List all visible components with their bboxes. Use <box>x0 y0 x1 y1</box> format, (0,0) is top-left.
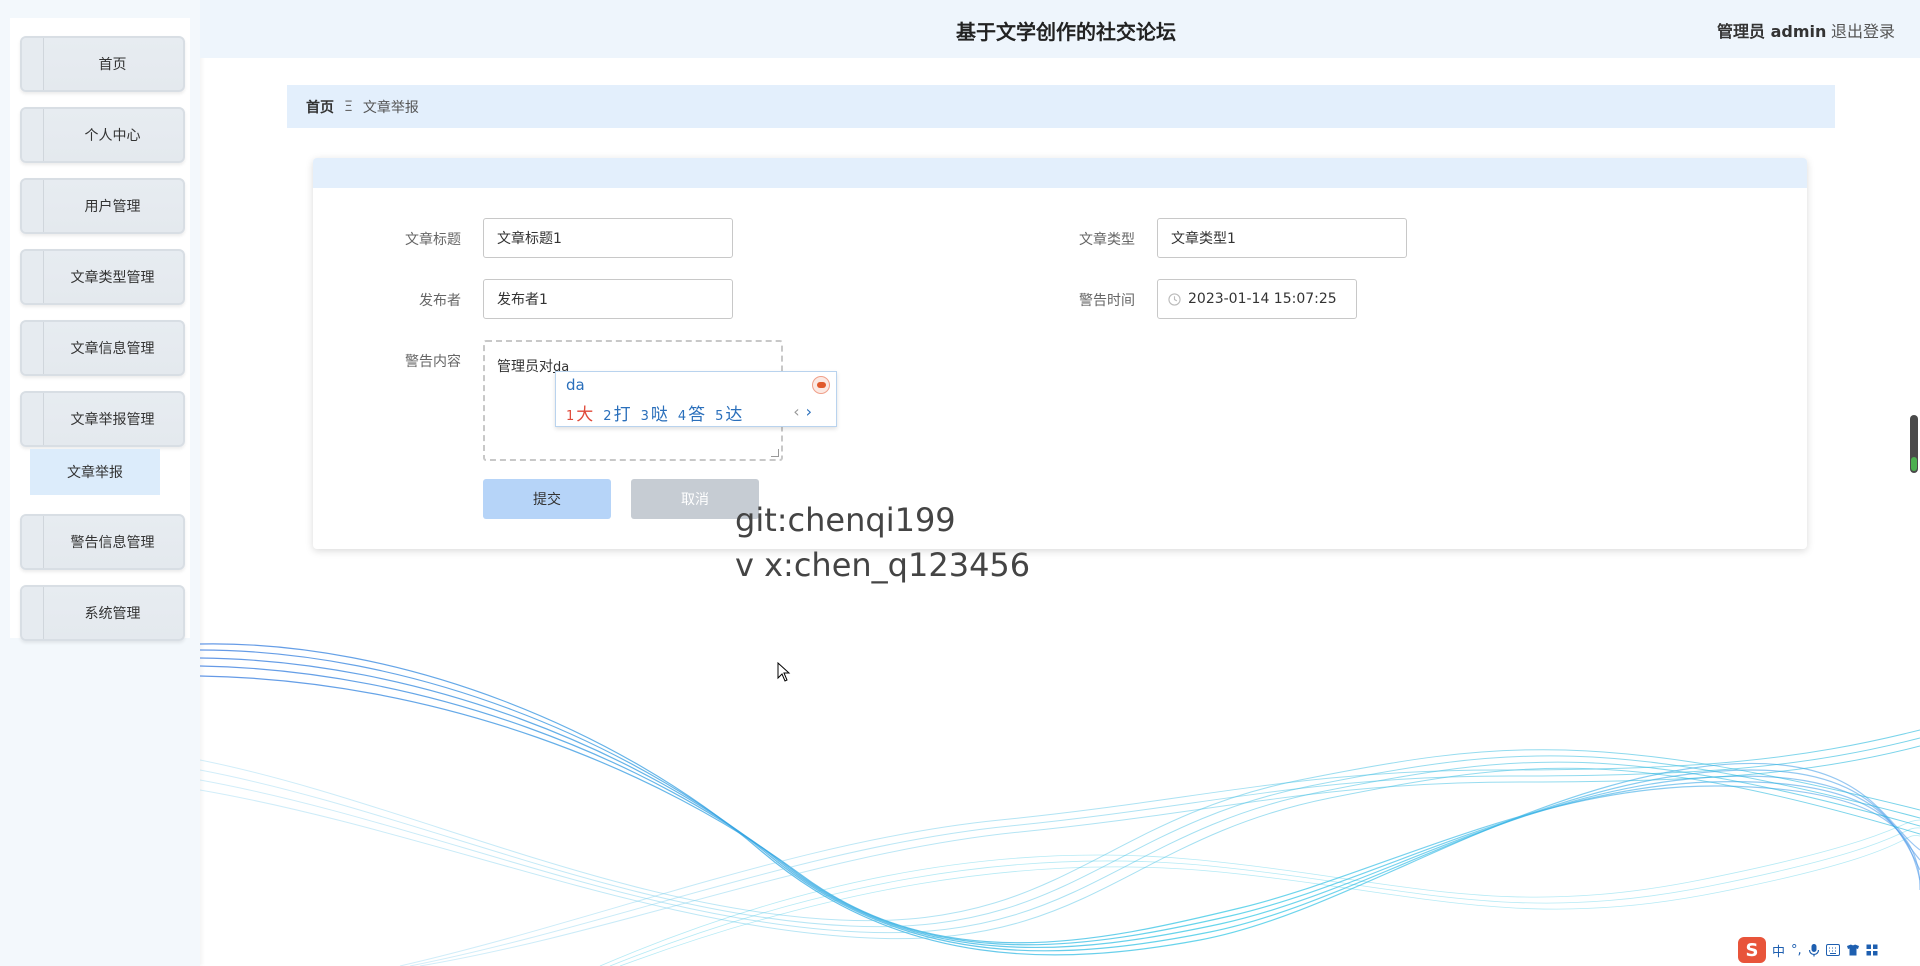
sidebar-item-label: 文章举报管理 <box>70 412 155 428</box>
type-label: 文章类型 <box>1079 232 1135 248</box>
sidebar-item-article-report-management[interactable]: 文章举报管理 <box>20 391 185 447</box>
ime-logo-icon <box>812 376 830 394</box>
sidebar-item-label: 文章信息管理 <box>70 341 155 357</box>
breadcrumb-separator: Ξ <box>344 98 353 115</box>
site-title: 基于文学创作的社交论坛 <box>956 20 1176 44</box>
breadcrumb-home[interactable]: 首页 <box>306 97 334 117</box>
logout-link[interactable]: 退出登录 <box>1831 18 1895 42</box>
publisher-input[interactable]: 发布者1 <box>483 279 733 319</box>
menu-edge <box>22 38 44 90</box>
ime-punct-toggle[interactable]: °, <box>1791 943 1802 958</box>
ime-candidate[interactable]: 3哒 <box>641 400 668 425</box>
menu-edge <box>22 516 44 568</box>
keyboard-icon[interactable] <box>1825 944 1840 956</box>
card-header <box>313 158 1807 188</box>
sidebar-item-label: 首页 <box>98 57 127 73</box>
title-label: 文章标题 <box>405 232 461 248</box>
candidate-char: 哒 <box>650 405 668 425</box>
menu-edge <box>22 322 44 374</box>
ime-candidate[interactable]: 5达 <box>715 400 742 425</box>
menu-edge <box>22 180 44 232</box>
ime-nav: ‹ › <box>793 402 812 421</box>
sogou-logo-icon[interactable]: S <box>1738 937 1766 963</box>
ime-pinyin: da <box>566 376 585 394</box>
wave-background <box>200 643 1920 966</box>
ime-candidates: 1大 2打 3哒 4答 5达 <box>566 400 742 425</box>
toolbox-grid-icon[interactable] <box>1866 944 1878 956</box>
submit-button[interactable]: 提交 <box>483 479 611 519</box>
warn-time-value: 2023-01-14 15:07:25 <box>1188 291 1337 307</box>
title-value: 文章标题1 <box>497 231 562 247</box>
candidate-char: 大 <box>576 405 594 425</box>
ime-toolbar: S 中 °, <box>1738 936 1878 964</box>
sidebar-item-label: 警告信息管理 <box>70 535 155 551</box>
candidate-num: 4 <box>677 409 687 424</box>
sidebar-item-user-management[interactable]: 用户管理 <box>20 178 185 234</box>
mouse-cursor-icon <box>777 662 791 682</box>
warn-content-label: 警告内容 <box>405 354 461 370</box>
publisher-label: 发布者 <box>419 293 461 309</box>
admin-label: 管理员 admin <box>1717 22 1827 41</box>
candidate-num: 2 <box>603 409 612 424</box>
candidate-char: 答 <box>688 405 706 425</box>
sidebar-item-home[interactable]: 首页 <box>20 36 185 92</box>
sidebar-item-system-management[interactable]: 系统管理 <box>20 585 185 641</box>
watermark-line-2: v x:chen_q123456 <box>735 546 1031 584</box>
resize-grip[interactable] <box>771 449 779 457</box>
candidate-num: 5 <box>715 409 724 424</box>
candidate-char: 打 <box>613 405 631 425</box>
skin-shirt-icon[interactable] <box>1846 944 1860 956</box>
form-card: 文章标题 文章标题1 文章类型 文章类型1 发布者 发布者1 警告时间 2023… <box>313 158 1807 549</box>
breadcrumb-current: 文章举报 <box>362 99 419 116</box>
watermark: git:chenqi199 v x:chen_q123456 <box>735 498 1030 588</box>
sidebar-item-label: 系统管理 <box>84 606 141 622</box>
submenu-item-article-report[interactable]: 文章举报 <box>30 449 160 495</box>
sidebar-item-warning-management[interactable]: 警告信息管理 <box>20 514 185 570</box>
type-input[interactable]: 文章类型1 <box>1157 218 1407 258</box>
ime-next-page-icon[interactable]: › <box>806 402 812 421</box>
sidebar-item-article-info-management[interactable]: 文章信息管理 <box>20 320 185 376</box>
breadcrumb: 首页 Ξ 文章举报 <box>287 85 1835 128</box>
warn-content-value: 管理员对 <box>497 359 553 375</box>
watermark-line-1: git:chenqi199 <box>735 501 956 539</box>
scroll-indicator[interactable] <box>1910 415 1918 473</box>
warn-time-picker[interactable]: 2023-01-14 15:07:25 <box>1157 279 1357 319</box>
candidate-char: 达 <box>725 405 743 425</box>
ime-candidate[interactable]: 2打 <box>603 400 630 425</box>
sidebar-item-label: 用户管理 <box>84 199 141 215</box>
menu-edge <box>22 587 44 639</box>
sidebar-item-label: 文章类型管理 <box>70 270 155 286</box>
ime-prev-page-icon[interactable]: ‹ <box>793 402 799 421</box>
sidebar-item-label: 个人中心 <box>84 128 141 144</box>
clock-icon <box>1168 292 1181 306</box>
menu-edge <box>22 393 44 445</box>
candidate-num: 1 <box>566 409 575 424</box>
sidebar-item-personal-center[interactable]: 个人中心 <box>20 107 185 163</box>
menu-edge <box>22 109 44 161</box>
menu-edge <box>22 251 44 303</box>
ime-mode-toggle[interactable]: 中 <box>1772 941 1785 960</box>
ime-candidate[interactable]: 1大 <box>566 400 593 425</box>
sidebar: 首页 个人中心 用户管理 文章类型管理 文章信息管理 文章举报管理 文章举报 警… <box>0 0 200 966</box>
ime-candidate[interactable]: 4答 <box>678 400 705 425</box>
sidebar-item-article-type-management[interactable]: 文章类型管理 <box>20 249 185 305</box>
microphone-icon[interactable] <box>1808 943 1820 957</box>
title-input[interactable]: 文章标题1 <box>483 218 733 258</box>
type-value: 文章类型1 <box>1171 231 1236 247</box>
warn-time-label: 警告时间 <box>1079 293 1135 309</box>
ime-candidate-window: da 1大 2打 3哒 4答 5达 ‹ › <box>555 371 837 427</box>
candidate-num: 3 <box>640 409 649 424</box>
publisher-value: 发布者1 <box>497 292 548 308</box>
